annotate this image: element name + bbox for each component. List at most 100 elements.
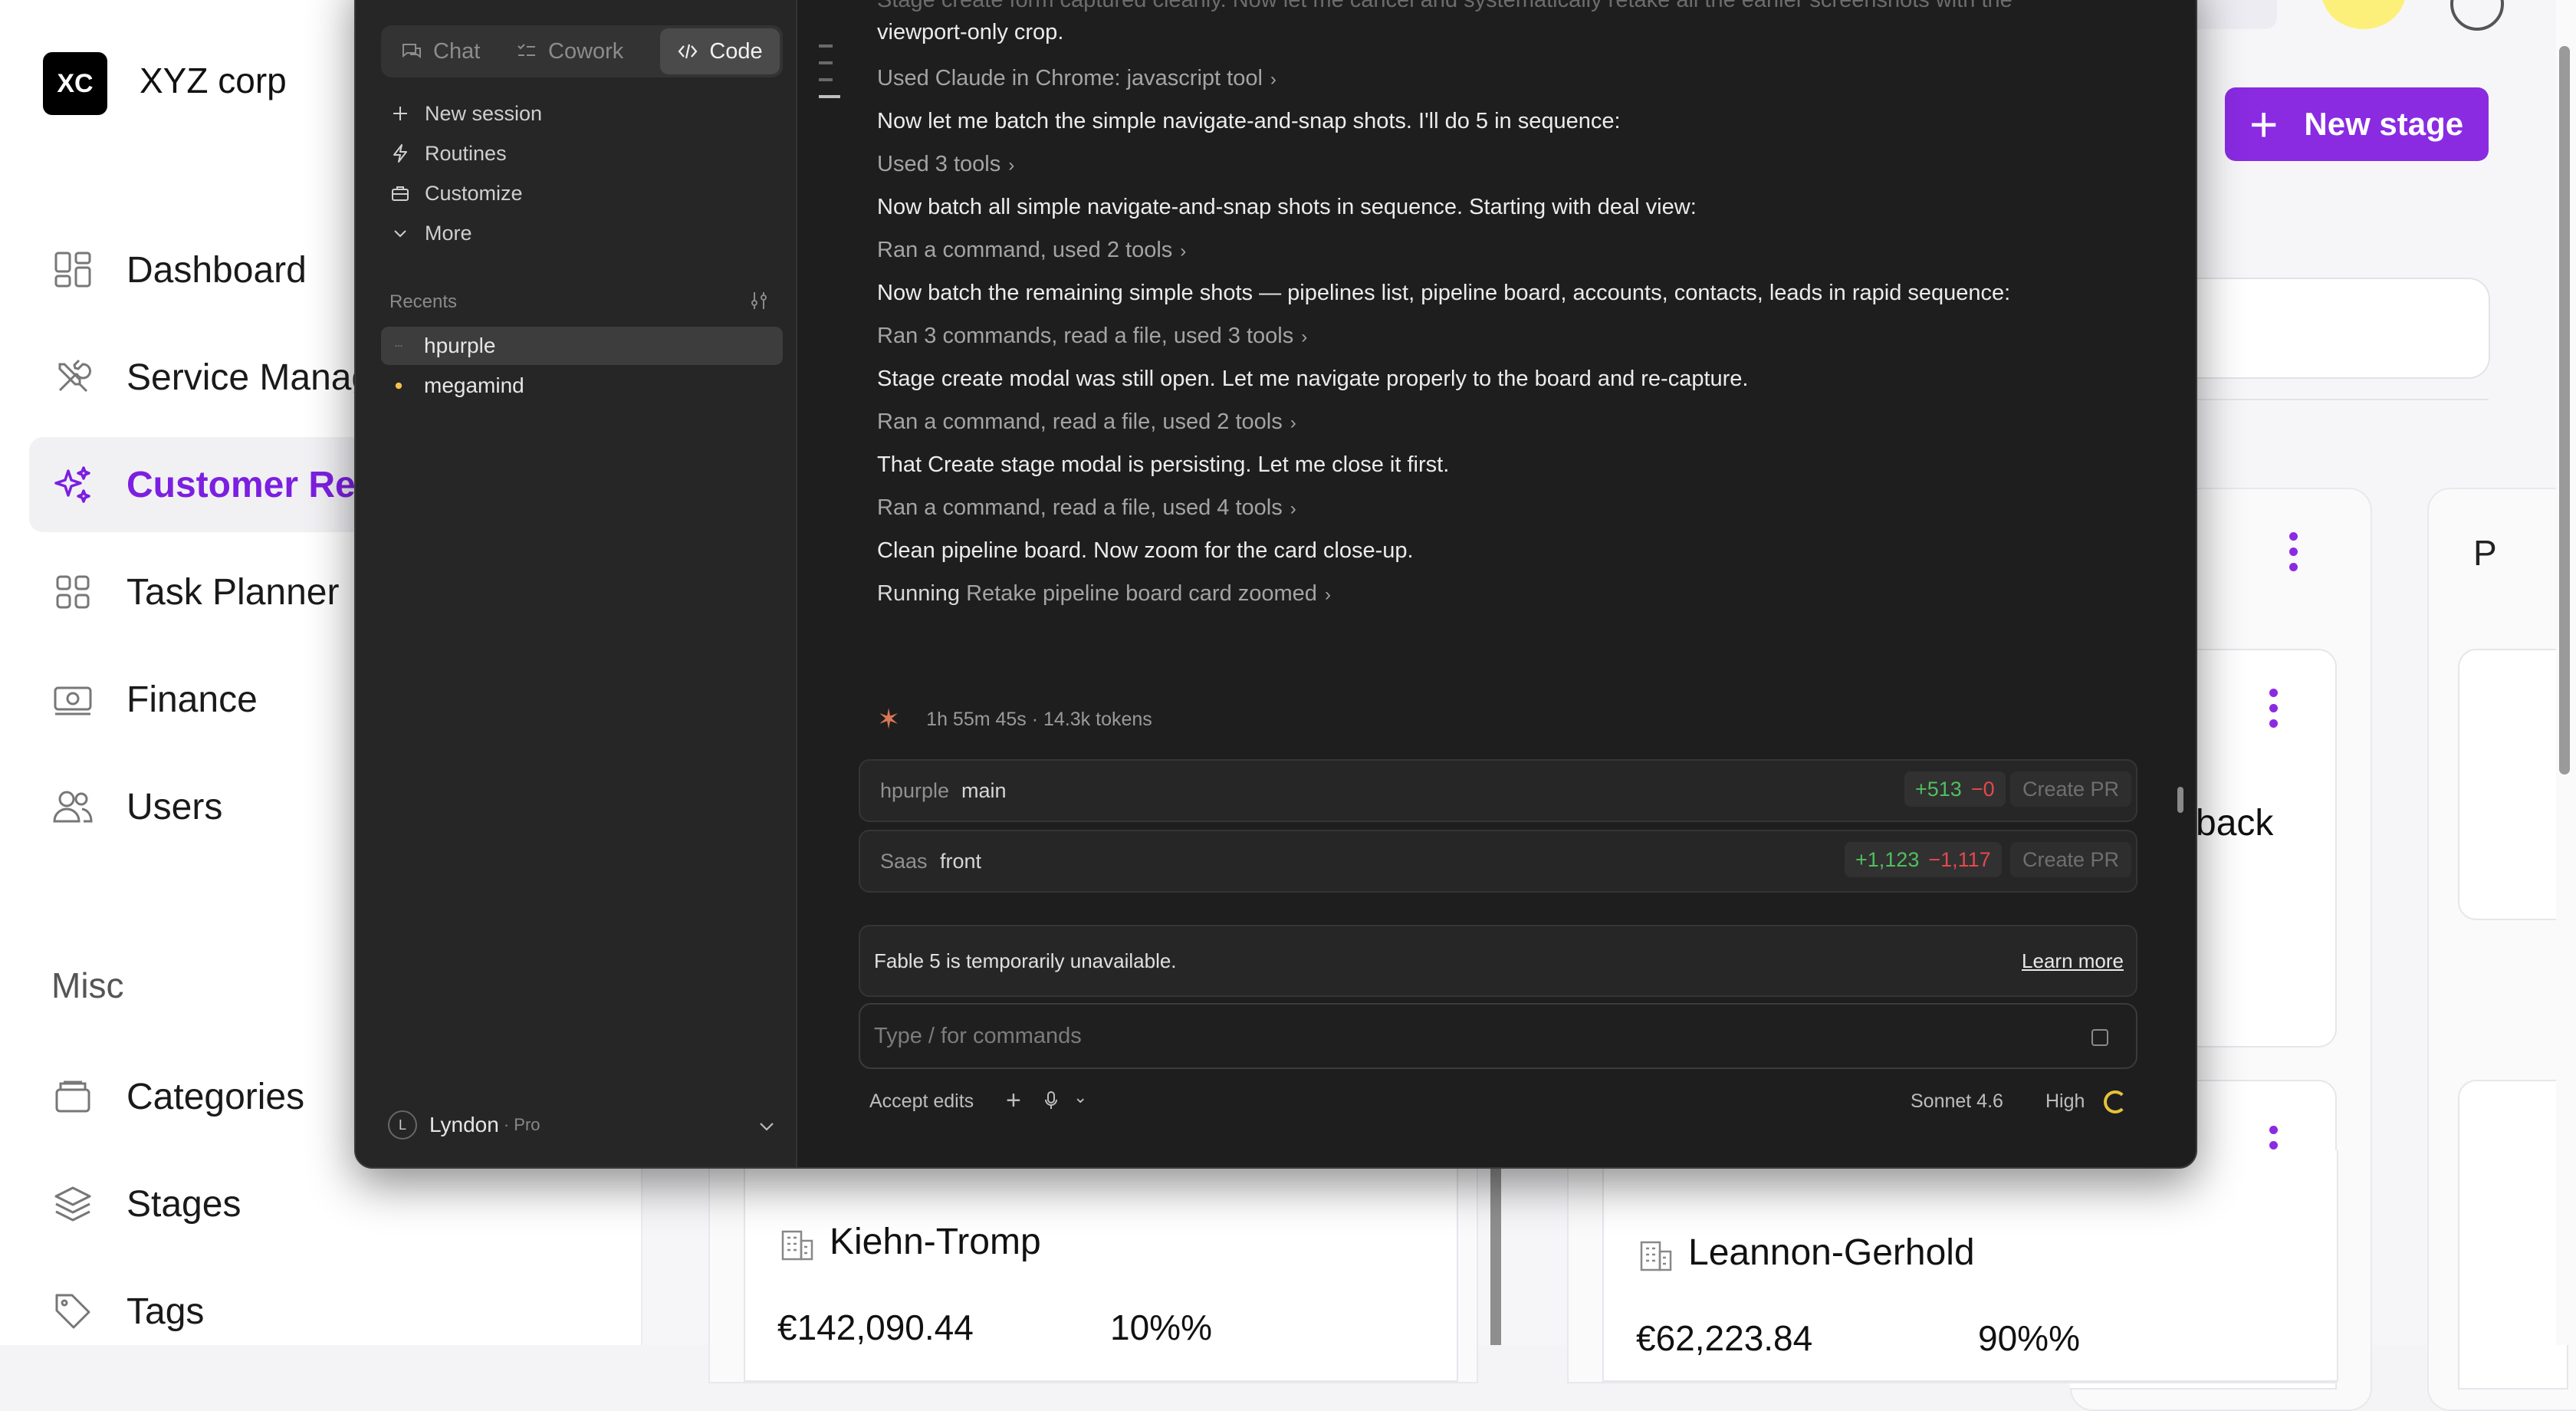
learn-more-link[interactable]: Learn more [2022, 949, 2124, 973]
chevron-down-icon [389, 228, 411, 238]
tool-summary[interactable]: Ran a command, used 2 tools › [877, 238, 1186, 263]
tool-summary[interactable]: Ran a command, read a file, used 2 tools… [877, 409, 1296, 435]
accept-edits-toggle[interactable]: Accept edits [869, 1090, 974, 1113]
deal-amount: €62,223.84 [1636, 1318, 1813, 1358]
search-input[interactable] [2147, 278, 2490, 379]
column-title: P [2473, 533, 2497, 573]
company-logo[interactable]: XC [43, 52, 107, 115]
claude-window: Chat Cowork Code New session Routines Cu… [354, 0, 2197, 1169]
deal-card-kiehn-tromp[interactable]: Kiehn-Tromp €142,090.44 10%% [744, 1150, 1458, 1382]
tool-summary[interactable]: Ran 3 commands, read a file, used 3 tool… [877, 324, 1307, 349]
assistant-message: viewport-only crop. [877, 20, 1064, 44]
create-pr-button[interactable]: Create PR [2010, 842, 2132, 877]
recent-label: hpurple [424, 334, 496, 357]
column-scrollbar[interactable] [1490, 1158, 1501, 1345]
lines-added: +513 [1915, 777, 1962, 801]
chevron-down-icon[interactable]: ⌄ [1073, 1087, 1087, 1107]
company-name: XYZ corp [140, 61, 287, 100]
layers-icon [52, 1183, 94, 1225]
tool-summary-text: Ran 3 commands, read a file, used 3 tool… [877, 324, 1294, 348]
nav-label: Dashboard [127, 249, 307, 291]
nav-label: Stages [127, 1183, 242, 1225]
branch-name: front [940, 850, 982, 873]
add-attachment-icon[interactable]: + [1006, 1086, 1021, 1116]
plus-icon [389, 105, 411, 122]
stop-icon[interactable] [2091, 1029, 2108, 1046]
page-scrollbar[interactable] [2556, 0, 2576, 1345]
card-menu-icon[interactable] [2269, 689, 2279, 735]
generation-status: ✶ 1h 55m 45s · 14.3k tokens [877, 706, 1152, 733]
new-session-button[interactable]: New session [389, 94, 542, 133]
chat-icon [401, 41, 422, 61]
assistant-message: Now let me batch the simple navigate-and… [877, 109, 1621, 133]
tab-chat[interactable]: Chat [401, 28, 501, 74]
running-indicator-icon [395, 344, 402, 348]
box-icon [52, 1076, 94, 1117]
tool-summary[interactable]: Used Claude in Chrome: javascript tool › [877, 66, 1276, 91]
nav-tags[interactable]: Tags [29, 1264, 612, 1359]
recent-item-hpurple[interactable]: hpurple [381, 327, 783, 365]
plus-icon: + [2249, 97, 2279, 152]
model-selector[interactable]: Sonnet 4.6 [1911, 1090, 2003, 1113]
running-target: Retake pipeline board card zoomed [966, 581, 1317, 606]
claude-sidebar: Chat Cowork Code New session Routines Cu… [356, 0, 797, 1167]
composer-toolbar: Accept edits + ⌄ Sonnet 4.6 High [869, 1086, 2127, 1118]
spark-icon: ✶ [877, 703, 901, 735]
grid-icon [52, 571, 94, 613]
chevron-right-icon: › [1301, 327, 1308, 347]
nav-label: Users [127, 786, 223, 827]
more-button[interactable]: More [389, 214, 472, 252]
deal-card-leannon-gerhold[interactable]: Leannon-Gerhold €62,223.84 90%% [1602, 1150, 2338, 1382]
microphone-icon[interactable] [1044, 1090, 1058, 1116]
scroll-thumb[interactable] [2559, 46, 2570, 775]
bolt-icon [389, 143, 411, 163]
deal-probability: 10%% [1110, 1307, 1212, 1347]
create-pr-button[interactable]: Create PR [2010, 771, 2132, 807]
prompt-input[interactable] [872, 1017, 2056, 1055]
customize-button[interactable]: Customize [389, 174, 523, 212]
log-scrollbar[interactable] [2177, 787, 2183, 813]
divider [2147, 399, 2489, 400]
tab-code[interactable]: Code [660, 28, 780, 74]
nav-label: Tags [127, 1291, 205, 1332]
deal-amount: €142,090.44 [777, 1307, 974, 1347]
deal-card[interactable] [2458, 1080, 2568, 1390]
column-menu-icon[interactable] [2289, 532, 2298, 578]
tab-cowork[interactable]: Cowork [516, 28, 646, 74]
recents-heading: Recents [389, 291, 458, 312]
outline-minimap[interactable] [819, 44, 842, 112]
new-stage-button[interactable]: + New stage [2225, 87, 2489, 161]
chevron-right-icon: › [1324, 584, 1331, 605]
deal-probability: 90%% [1978, 1318, 2080, 1358]
filter-icon[interactable] [748, 290, 770, 315]
user-avatar: L [388, 1110, 417, 1140]
chevron-right-icon: › [1270, 69, 1276, 90]
effort-selector[interactable]: High [2045, 1090, 2085, 1113]
branch-name: main [961, 779, 1007, 802]
lines-removed: −1,117 [1928, 847, 1991, 871]
tool-summary[interactable]: Ran a command, read a file, used 4 tools… [877, 495, 1296, 521]
chevron-right-icon: › [1180, 241, 1187, 261]
chevron-right-icon: › [1290, 413, 1296, 433]
building-icon [781, 1230, 813, 1261]
recent-item-megamind[interactable]: megamind [381, 367, 783, 405]
running-tool[interactable]: Running Retake pipeline board card zoome… [877, 581, 1331, 607]
assistant-message: Stage create form captured cleanly. Now … [877, 0, 2013, 12]
user-avatar[interactable] [2321, 0, 2406, 29]
tool-summary-text: Ran a command, read a file, used 4 tools [877, 495, 1283, 520]
repo-name: hpurple [880, 779, 950, 802]
nav-stages[interactable]: Stages [29, 1156, 612, 1251]
users-icon [52, 786, 94, 827]
help-icon[interactable] [2450, 0, 2504, 31]
mode-tabs: Chat Cowork Code [381, 25, 783, 77]
misc-heading: Misc [51, 965, 124, 1005]
user-menu[interactable]: L Lyndon · Pro [388, 1106, 787, 1144]
nav-label: Task Planner [127, 571, 340, 613]
deal-card[interactable] [2458, 649, 2568, 920]
routines-button[interactable]: Routines [389, 134, 507, 173]
user-plan: · Pro [503, 1115, 540, 1134]
assistant-message: Stage create modal was still open. Let m… [877, 367, 1749, 391]
tool-summary[interactable]: Used 3 tools › [877, 152, 1014, 177]
menu-label: New session [425, 101, 543, 125]
assistant-message: That Create stage modal is persisting. L… [877, 452, 1450, 477]
